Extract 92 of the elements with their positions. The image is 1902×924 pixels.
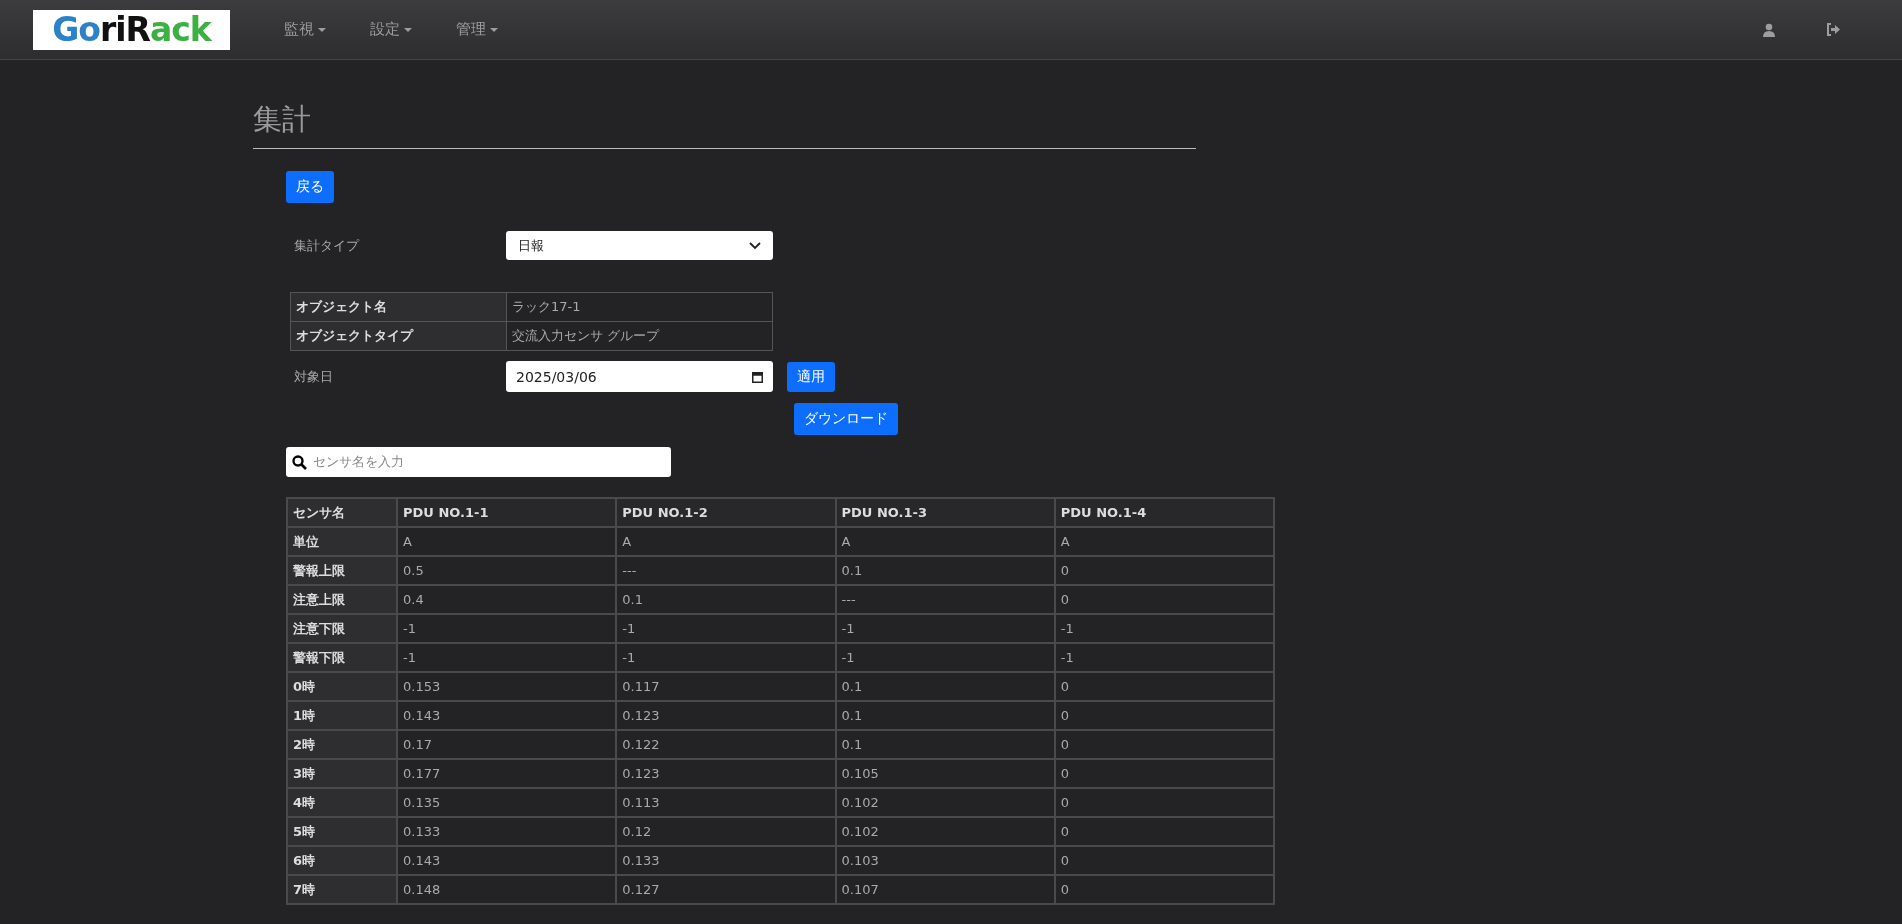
table-cell: 0.127 bbox=[616, 875, 836, 904]
table-cell: -1 bbox=[616, 614, 836, 643]
table-cell: 0.148 bbox=[397, 875, 617, 904]
column-header: PDU NO.1-1 bbox=[397, 498, 617, 527]
table-cell: 0 bbox=[1054, 556, 1274, 585]
date-field[interactable]: 2025/03/06 bbox=[506, 361, 773, 392]
row-header: 警報下限 bbox=[287, 643, 397, 672]
download-button[interactable]: ダウンロード bbox=[794, 403, 898, 435]
table-cell: 0.1 bbox=[835, 672, 1055, 701]
gorirack-logo[interactable]: GoriRack bbox=[33, 9, 230, 50]
nav-menu[interactable]: 管理 bbox=[456, 20, 498, 39]
table-cell: --- bbox=[616, 556, 836, 585]
row-header: 3時 bbox=[287, 759, 397, 788]
column-header: PDU NO.1-2 bbox=[616, 498, 836, 527]
row-header: 1時 bbox=[287, 701, 397, 730]
page-title: 集計 bbox=[253, 100, 1196, 149]
table-cell: 0.135 bbox=[397, 788, 617, 817]
table-cell: 0.1 bbox=[835, 556, 1055, 585]
table-cell: -1 bbox=[1054, 614, 1274, 643]
row-header: 7時 bbox=[287, 875, 397, 904]
table-cell: 0.133 bbox=[616, 846, 836, 875]
table-cell: 0.17 bbox=[397, 730, 617, 759]
table-cell: 0.122 bbox=[616, 730, 836, 759]
table-cell: 0 bbox=[1054, 788, 1274, 817]
table-cell: 0 bbox=[1054, 759, 1274, 788]
table-cell: 0 bbox=[1054, 875, 1274, 904]
row-header: 注意上限 bbox=[287, 585, 397, 614]
table-cell: A bbox=[397, 527, 617, 556]
row-header: 警報上限 bbox=[287, 556, 397, 585]
info-value: 交流入力センサ グループ bbox=[506, 321, 773, 351]
table-cell: -1 bbox=[397, 643, 617, 672]
apply-button[interactable]: 適用 bbox=[787, 361, 835, 392]
column-header: センサ名 bbox=[287, 498, 397, 527]
table-cell: 0.153 bbox=[397, 672, 617, 701]
row-header: 単位 bbox=[287, 527, 397, 556]
table-cell: 0.123 bbox=[616, 759, 836, 788]
calendar-icon[interactable] bbox=[752, 370, 763, 383]
table-cell: A bbox=[835, 527, 1055, 556]
table-cell: -1 bbox=[835, 643, 1055, 672]
table-cell: 0.123 bbox=[616, 701, 836, 730]
row-header: 6時 bbox=[287, 846, 397, 875]
search-icon bbox=[292, 454, 307, 470]
column-header: PDU NO.1-3 bbox=[835, 498, 1055, 527]
field-label: 対象日 bbox=[293, 367, 334, 386]
table-cell: 0.105 bbox=[835, 759, 1055, 788]
table-cell: 0.1 bbox=[835, 730, 1055, 759]
table-cell: -1 bbox=[397, 614, 617, 643]
table-cell: 0.133 bbox=[397, 817, 617, 846]
logout-icon[interactable] bbox=[1826, 22, 1841, 36]
chevron-icon bbox=[749, 241, 761, 250]
table-cell: 0.12 bbox=[616, 817, 836, 846]
nav-menu[interactable]: 設定 bbox=[370, 20, 412, 39]
table-cell: 0 bbox=[1054, 817, 1274, 846]
table-cell: 0 bbox=[1054, 730, 1274, 759]
table-cell: 0 bbox=[1054, 585, 1274, 614]
row-header: 注意下限 bbox=[287, 614, 397, 643]
type-select[interactable]: 日報 bbox=[506, 231, 773, 260]
table-cell: 0.5 bbox=[397, 556, 617, 585]
table-cell: 0.177 bbox=[397, 759, 617, 788]
table-cell: 0.143 bbox=[397, 846, 617, 875]
table-cell: -1 bbox=[616, 643, 836, 672]
table-cell: A bbox=[1054, 527, 1274, 556]
table-cell: 0.102 bbox=[835, 817, 1055, 846]
table-cell: 0.103 bbox=[835, 846, 1055, 875]
info-value: ラック17-1 bbox=[506, 292, 773, 322]
info-label: オブジェクトタイプ bbox=[290, 321, 507, 351]
table-cell: 0.1 bbox=[616, 585, 836, 614]
row-header: 5時 bbox=[287, 817, 397, 846]
table-cell: 0.143 bbox=[397, 701, 617, 730]
table-cell: 0.113 bbox=[616, 788, 836, 817]
row-header: 2時 bbox=[287, 730, 397, 759]
table-cell: 0.1 bbox=[835, 701, 1055, 730]
nav-menu[interactable]: 監視 bbox=[284, 20, 326, 39]
search-field[interactable]: センサ名を入力 bbox=[286, 447, 671, 477]
table-cell: 0.117 bbox=[616, 672, 836, 701]
table-cell: 0 bbox=[1054, 672, 1274, 701]
table-cell: --- bbox=[835, 585, 1055, 614]
table-cell: 0.107 bbox=[835, 875, 1055, 904]
info-label: オブジェクト名 bbox=[290, 292, 507, 322]
table-cell: 0.4 bbox=[397, 585, 617, 614]
table-cell: 0 bbox=[1054, 846, 1274, 875]
back-button[interactable]: 戻る bbox=[286, 171, 334, 203]
table-cell: -1 bbox=[835, 614, 1055, 643]
table-cell: 0 bbox=[1054, 701, 1274, 730]
row-header: 4時 bbox=[287, 788, 397, 817]
table-cell: A bbox=[616, 527, 836, 556]
table-cell: -1 bbox=[1054, 643, 1274, 672]
table-cell: 0.102 bbox=[835, 788, 1055, 817]
field-label: 集計タイプ bbox=[293, 236, 361, 255]
row-header: 0時 bbox=[287, 672, 397, 701]
user-icon[interactable] bbox=[1762, 22, 1776, 37]
column-header: PDU NO.1-4 bbox=[1054, 498, 1274, 527]
